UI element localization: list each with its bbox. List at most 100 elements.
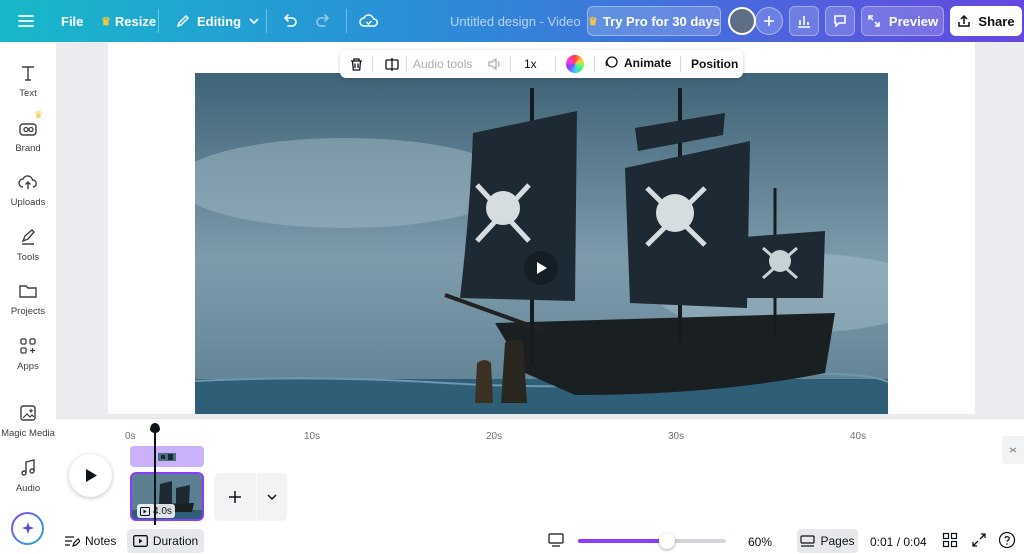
design-title[interactable]: Untitled design - Video — [450, 0, 581, 42]
fullscreen-button[interactable] — [971, 532, 987, 548]
playhead[interactable] — [150, 423, 160, 525]
trash-icon — [350, 57, 362, 71]
file-label: File — [61, 13, 84, 29]
timeline-tick: 10s — [304, 431, 321, 442]
save-status-button[interactable] — [359, 0, 379, 42]
zoom-slider-fill — [578, 539, 667, 543]
pen-tool-icon — [21, 229, 35, 245]
zoom-slider[interactable] — [578, 533, 726, 549]
play-icon — [537, 262, 547, 274]
sidebar-item-uploads[interactable]: Uploads — [0, 166, 56, 220]
folder-icon — [19, 285, 37, 298]
magic-assistant-button[interactable] — [11, 512, 44, 545]
editing-mode-dropdown[interactable]: Editing — [175, 0, 261, 42]
time-readout: 0:01 / 0:04 — [870, 535, 927, 549]
add-clip-button[interactable] — [214, 473, 256, 521]
timeline-play-button[interactable] — [69, 454, 112, 497]
resize-button[interactable]: ♛ Resize — [101, 0, 156, 42]
avatar[interactable] — [728, 7, 756, 35]
grid-icon — [942, 532, 958, 548]
volume-button[interactable] — [485, 55, 503, 73]
duration-label: Duration — [152, 534, 199, 548]
share-button[interactable]: Share — [950, 6, 1022, 36]
left-sidebar: Text ♛ Brand Uploads Tools Projects Apps… — [0, 42, 56, 554]
add-collaborator-button[interactable] — [755, 7, 783, 35]
divider — [555, 56, 556, 72]
delete-button[interactable] — [346, 54, 366, 74]
sidebar-item-apps[interactable]: Apps — [0, 330, 56, 384]
sidebar-item-magic-media[interactable]: Magic Media — [0, 397, 56, 451]
undo-button[interactable] — [280, 0, 298, 42]
playback-speed-button[interactable]: 1x — [524, 57, 537, 71]
comments-button[interactable] — [825, 6, 855, 36]
divider — [680, 56, 681, 72]
music-note-icon — [21, 459, 35, 476]
pages-label: Pages — [820, 534, 855, 548]
notes-button[interactable]: Notes — [64, 530, 116, 552]
resize-label: Resize — [114, 13, 157, 29]
comment-icon — [834, 15, 846, 28]
sidebar-item-text[interactable]: Text — [0, 57, 56, 111]
sidebar-item-label: Audio — [15, 483, 41, 494]
sidebar-item-projects[interactable]: Projects — [0, 275, 56, 329]
fullscreen-icon — [972, 533, 986, 547]
zoom-slider-handle[interactable] — [659, 533, 675, 549]
sidebar-item-label: Brand — [15, 143, 41, 154]
bar-chart-icon — [798, 16, 810, 28]
chevron-down-icon — [267, 494, 277, 501]
help-button[interactable] — [998, 531, 1016, 549]
pencil-icon — [176, 14, 190, 28]
pirate-ship-image — [195, 73, 888, 414]
color-button[interactable] — [566, 55, 584, 73]
audio-waveform-icon — [158, 452, 176, 461]
add-clip-options-button[interactable] — [257, 473, 287, 521]
share-upload-icon — [958, 14, 971, 27]
redo-button[interactable] — [315, 0, 333, 42]
divider — [372, 56, 373, 72]
top-bar: File ♛ Resize Editing Untitled design - … — [0, 0, 1024, 42]
play-icon — [85, 469, 97, 482]
undo-icon — [284, 14, 297, 27]
sidebar-item-brand[interactable]: ♛ Brand — [0, 110, 56, 166]
timeline-collapse-handle[interactable] — [1002, 436, 1024, 464]
divider — [158, 9, 159, 33]
position-button[interactable]: Position — [691, 57, 738, 71]
divider — [510, 56, 511, 72]
duration-button[interactable]: Duration — [127, 529, 204, 553]
audio-track-clip[interactable] — [130, 446, 204, 467]
preview-label: Preview — [888, 13, 939, 29]
pages-button[interactable]: Pages — [797, 529, 858, 553]
split-button[interactable] — [382, 54, 402, 74]
video-element[interactable] — [195, 73, 888, 414]
sparkle-icon — [21, 521, 34, 534]
display-mode-button[interactable] — [547, 531, 565, 549]
playhead-handle[interactable] — [150, 423, 160, 433]
video-clip[interactable]: 4.0s — [130, 472, 204, 521]
insights-button[interactable] — [789, 6, 819, 36]
zoom-level[interactable]: 60% — [748, 535, 772, 549]
timeline-tick: 40s — [850, 431, 867, 442]
divider — [594, 56, 595, 72]
animate-button[interactable]: Animate — [604, 55, 671, 70]
hamburger-icon — [18, 15, 34, 27]
video-icon — [132, 535, 148, 547]
try-pro-button[interactable]: ♛ Try Pro for 30 days — [587, 6, 721, 36]
video-play-button[interactable] — [524, 251, 558, 285]
preview-button[interactable]: Preview — [861, 6, 944, 36]
text-icon — [22, 66, 34, 81]
file-menu[interactable]: File — [61, 0, 83, 42]
main-menu-button[interactable] — [17, 0, 35, 42]
share-label: Share — [978, 13, 1015, 29]
pages-icon — [800, 534, 816, 547]
animate-label: Animate — [624, 55, 672, 70]
plus-icon — [764, 16, 774, 26]
chevron-down-icon — [249, 18, 259, 25]
grid-view-button[interactable] — [942, 532, 958, 548]
sidebar-item-tools[interactable]: Tools — [0, 221, 56, 275]
expand-icon — [868, 15, 880, 27]
audio-tools-button[interactable]: Audio tools — [413, 57, 472, 71]
sidebar-item-label: Text — [19, 88, 37, 99]
notes-icon — [65, 536, 80, 547]
animate-icon — [605, 56, 618, 68]
sidebar-item-audio[interactable]: Audio — [0, 452, 56, 506]
